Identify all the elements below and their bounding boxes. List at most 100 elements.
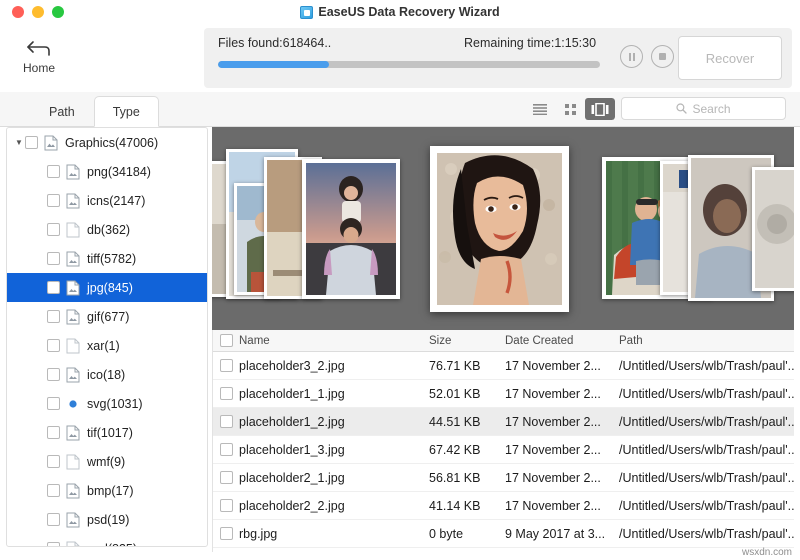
title-bar: EaseUS Data Recovery Wizard: [0, 0, 800, 24]
sidebar-item-label: bmp(17): [87, 483, 134, 498]
cover-flow-view-button[interactable]: [585, 98, 615, 120]
cell-size: 56.81 KB: [429, 470, 481, 485]
search-field[interactable]: Search: [621, 97, 786, 120]
select-all-cell[interactable]: [213, 334, 239, 347]
sidebar-item-ico[interactable]: ico(18): [7, 360, 207, 389]
sidebar-item-label: ico(18): [87, 367, 126, 382]
file-results-table[interactable]: Name Size Date Created Path placeholder3…: [212, 330, 794, 552]
tab-path[interactable]: Path: [30, 96, 94, 127]
sidebar-item-label: xar(1): [87, 338, 120, 353]
sidebar-item-xar[interactable]: xar(1): [7, 331, 207, 360]
sidebar-item-icns[interactable]: icns(2147): [7, 186, 207, 215]
image-file-icon: [44, 135, 58, 150]
row-select-cell[interactable]: [213, 471, 239, 484]
sidebar-item-label: db(362): [87, 222, 131, 237]
cell-size: 52.01 KB: [429, 386, 481, 401]
image-file-icon: [66, 512, 80, 527]
sidebar-item-jpg[interactable]: jpg(845): [7, 273, 207, 302]
watermark: wsxdn.com: [741, 547, 792, 558]
table-row[interactable]: rbg.jpg 0 byte 9 May 2017 at 3... /Untitled…: [213, 520, 794, 548]
type-checkbox[interactable]: [47, 397, 60, 410]
sidebar-item-graphics[interactable]: ▼ Graphics(47006): [7, 128, 207, 157]
image-preview-coverflow[interactable]: [212, 127, 794, 330]
sidebar-item-label: icns(2147): [87, 193, 146, 208]
cell-name: placeholder1_1.jpg: [239, 386, 345, 401]
cell-path: /Untitled/Users/wlb/Trash/paul'...: [619, 358, 794, 373]
thumb-photo-girl-portrait-featured[interactable]: [430, 146, 569, 312]
row-select-cell[interactable]: [213, 443, 239, 456]
table-row[interactable]: placeholder2_2.jpg 41.14 KB 17 November 2.…: [213, 492, 794, 520]
cell-path: /Untitled/Users/wlb/Trash/paul'...: [619, 442, 794, 457]
sidebar-item-svg[interactable]: svg(1031): [7, 389, 207, 418]
sidebar-item-label: wmf(9): [87, 454, 126, 469]
table-row[interactable]: placeholder3_2.jpg 76.71 KB 17 November 2.…: [213, 352, 794, 380]
type-checkbox[interactable]: [47, 165, 60, 178]
row-select-cell[interactable]: [213, 387, 239, 400]
type-checkbox[interactable]: [47, 455, 60, 468]
sidebar-item-pod[interactable]: pod(835): [7, 534, 207, 546]
type-checkbox[interactable]: [47, 252, 60, 265]
sidebar-item-psd[interactable]: psd(19): [7, 505, 207, 534]
sidebar-item-tiff[interactable]: tiff(5782): [7, 244, 207, 273]
row-select-cell[interactable]: [213, 499, 239, 512]
row-checkbox[interactable]: [219, 443, 233, 456]
type-checkbox[interactable]: [47, 368, 60, 381]
cell-name: placeholder1_2.jpg: [239, 414, 345, 429]
image-file-icon: [66, 164, 80, 179]
type-checkbox[interactable]: [47, 194, 60, 207]
cell-size: 76.71 KB: [429, 358, 481, 373]
thumb-photo-father-daughter-sunset[interactable]: [302, 159, 400, 299]
sidebar-item-gif[interactable]: gif(677): [7, 302, 207, 331]
pause-button[interactable]: [620, 45, 643, 68]
column-header-name[interactable]: Name: [239, 335, 429, 347]
type-tree-sidebar[interactable]: ▼ Graphics(47006) png(34184) icns(2147) db…: [6, 127, 208, 547]
table-row[interactable]: placeholder1_1.jpg 52.01 KB 17 November 2.…: [213, 380, 794, 408]
column-header-path[interactable]: Path: [619, 335, 794, 347]
chevron-down-icon[interactable]: ▼: [13, 138, 25, 147]
row-checkbox[interactable]: [219, 359, 233, 372]
home-button[interactable]: Home: [8, 28, 70, 86]
recover-button[interactable]: Recover: [678, 36, 782, 80]
select-all-checkbox[interactable]: [219, 334, 233, 347]
table-row[interactable]: placeholder1_2.jpg 44.51 KB 17 November 2.…: [213, 408, 794, 436]
application-window: EaseUS Data Recovery Wizard Home Files f…: [0, 0, 800, 560]
sidebar-item-tif[interactable]: tif(1017): [7, 418, 207, 447]
sidebar-item-bmp[interactable]: bmp(17): [7, 476, 207, 505]
cell-date-created: 17 November 2...: [505, 386, 601, 401]
sidebar-item-png[interactable]: png(34184): [7, 157, 207, 186]
type-checkbox[interactable]: [47, 426, 60, 439]
home-label: Home: [22, 61, 55, 75]
row-checkbox[interactable]: [219, 499, 233, 512]
tab-type[interactable]: Type: [93, 96, 159, 127]
type-checkbox[interactable]: [47, 513, 60, 526]
row-select-cell[interactable]: [213, 359, 239, 372]
column-header-size[interactable]: Size: [429, 335, 505, 347]
table-row[interactable]: placeholder2_1.jpg 56.81 KB 17 November 2.…: [213, 464, 794, 492]
sidebar-item-db[interactable]: db(362): [7, 215, 207, 244]
type-checkbox[interactable]: [47, 281, 60, 294]
row-select-cell[interactable]: [213, 527, 239, 540]
toolbar: Home Files found:618464.. Remaining time…: [0, 24, 800, 92]
stop-button[interactable]: [651, 45, 674, 68]
type-checkbox[interactable]: [47, 339, 60, 352]
row-select-cell[interactable]: [213, 415, 239, 428]
type-checkbox[interactable]: [47, 542, 60, 546]
list-view-button[interactable]: [525, 98, 555, 120]
grid-view-button[interactable]: [555, 98, 585, 120]
column-header-date-created[interactable]: Date Created: [505, 335, 619, 347]
type-checkbox[interactable]: [47, 484, 60, 497]
row-checkbox[interactable]: [219, 527, 233, 540]
cell-size: 67.42 KB: [429, 442, 481, 457]
type-checkbox[interactable]: [47, 223, 60, 236]
thumb-photo-stack-far-right[interactable]: [752, 167, 794, 291]
scan-progress-panel: Files found:618464.. Remaining time:1:15…: [204, 28, 792, 88]
cell-date-created: 17 November 2...: [505, 470, 601, 485]
table-row[interactable]: placeholder1_3.jpg 67.42 KB 17 November 2.…: [213, 436, 794, 464]
graphics-checkbox[interactable]: [25, 136, 38, 149]
row-checkbox[interactable]: [219, 415, 233, 428]
row-checkbox[interactable]: [219, 471, 233, 484]
sidebar-item-wmf[interactable]: wmf(9): [7, 447, 207, 476]
type-checkbox[interactable]: [47, 310, 60, 323]
row-checkbox[interactable]: [219, 387, 233, 400]
cell-name: placeholder2_1.jpg: [239, 470, 345, 485]
